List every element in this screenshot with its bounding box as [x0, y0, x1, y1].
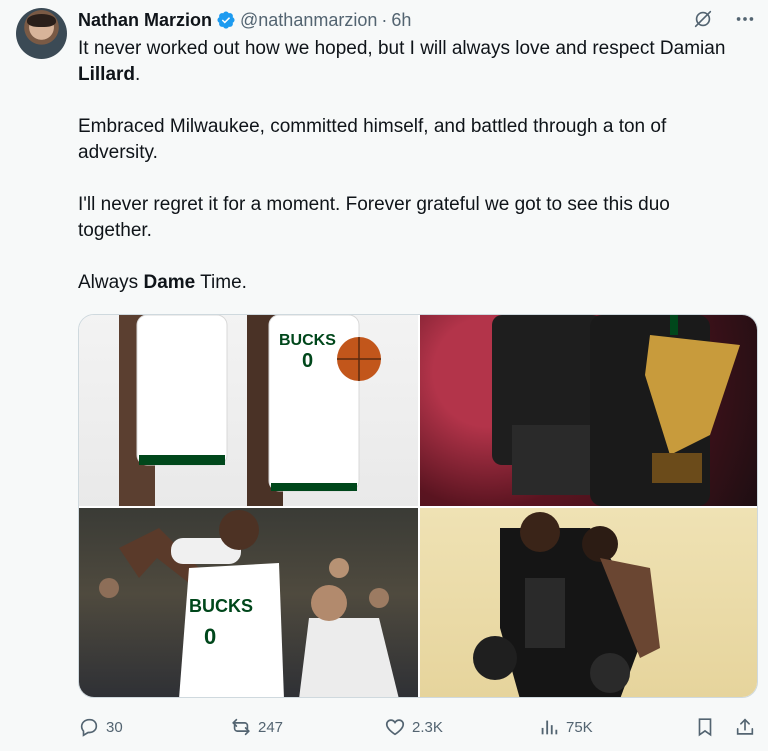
text-span: Time.	[195, 272, 247, 293]
retweet-icon	[232, 718, 250, 736]
highlighted-word: Lillard	[78, 64, 136, 85]
author-name[interactable]: Nathan Marzion	[78, 10, 212, 31]
text-span: It never worked out how we hoped, but I …	[78, 38, 726, 59]
tweet-paragraph: Embraced Milwaukee, committed himself, a…	[78, 116, 667, 163]
views-button[interactable]: 75K	[538, 716, 593, 738]
text-span: .	[135, 64, 141, 85]
reply-count: 30	[106, 718, 123, 736]
heart-icon	[385, 719, 405, 736]
tweet-actions: 30 247 2.3K 75K	[78, 710, 758, 744]
tweet-paragraph: It never worked out how we hoped, but I …	[78, 36, 738, 88]
tweet-text: It never worked out how we hoped, but I …	[78, 36, 738, 322]
author-avatar[interactable]	[16, 8, 67, 59]
tweet-top-actions	[692, 8, 756, 30]
tweet-paragraph: I'll never regret it for a moment. Forev…	[78, 194, 670, 241]
reply-icon	[80, 718, 98, 737]
view-count: 75K	[566, 718, 593, 736]
svg-text:BUCKS: BUCKS	[279, 332, 336, 349]
share-button[interactable]	[734, 716, 756, 738]
author-handle[interactable]: @nathanmarzion	[240, 10, 377, 31]
tweet-header: Nathan Marzion @nathanmarzion · 6h	[78, 9, 411, 31]
bookmark-icon	[698, 718, 712, 737]
media-grid: BUCKS 0 BUCKS 0	[78, 314, 758, 698]
verified-badge-icon[interactable]	[216, 10, 236, 30]
more-options-icon[interactable]	[734, 8, 756, 30]
like-count: 2.3K	[412, 718, 443, 736]
retweet-button[interactable]: 247	[230, 716, 283, 738]
bookmark-button[interactable]	[694, 716, 716, 738]
separator-dot: ·	[381, 9, 388, 30]
svg-text:0: 0	[302, 350, 313, 372]
photo-lillard-pointing[interactable]: BUCKS 0	[79, 508, 418, 697]
post-time[interactable]: 6h	[391, 10, 411, 31]
retweet-count: 247	[258, 718, 284, 736]
like-button[interactable]: 2.3K	[384, 716, 443, 738]
photo-bucks-duo-portrait[interactable]: BUCKS 0	[79, 315, 418, 506]
share-icon	[736, 718, 754, 735]
svg-text:BUCKS: BUCKS	[189, 596, 253, 616]
svg-text:0: 0	[204, 624, 216, 649]
reply-button[interactable]: 30	[78, 716, 123, 738]
views-chart-icon	[541, 720, 558, 735]
tweet-paragraph: Always Dame Time.	[78, 270, 738, 296]
photo-embrace-on-court[interactable]	[420, 508, 757, 697]
grok-icon[interactable]	[692, 8, 714, 30]
photo-cup-trophy-celebration[interactable]	[420, 315, 757, 506]
highlighted-word: Dame	[143, 272, 196, 293]
text-span: Always	[78, 272, 144, 293]
